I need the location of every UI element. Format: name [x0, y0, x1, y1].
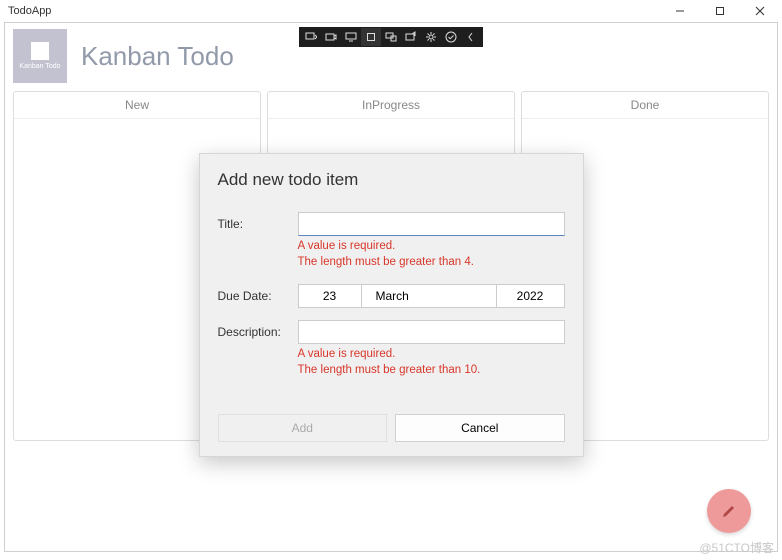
date-month[interactable]: March	[362, 284, 497, 308]
date-year[interactable]: 2022	[497, 284, 565, 308]
add-button[interactable]: Add	[218, 414, 388, 442]
titlebar: TodoApp	[0, 0, 782, 22]
error-line: The length must be greater than 10.	[298, 363, 565, 379]
dialog-title: Add new todo item	[218, 170, 565, 190]
add-todo-dialog: Add new todo item Title: A value is requ…	[199, 153, 584, 457]
title-input[interactable]	[298, 212, 565, 236]
date-day[interactable]: 23	[298, 284, 362, 308]
title-label: Title:	[218, 212, 298, 231]
window-controls	[660, 0, 780, 22]
close-button[interactable]	[740, 0, 780, 22]
window-title: TodoApp	[8, 5, 51, 17]
description-row: Description: A value is required. The le…	[218, 320, 565, 378]
cancel-button[interactable]: Cancel	[395, 414, 565, 442]
app-frame: Kanban Todo Kanban Todo New InProgress D…	[4, 22, 778, 552]
duedate-row: Due Date: 23 March 2022	[218, 284, 565, 308]
modal-overlay: Add new todo item Title: A value is requ…	[5, 23, 777, 551]
minimize-button[interactable]	[660, 0, 700, 22]
dialog-buttons: Add Cancel	[218, 414, 565, 442]
description-error: A value is required. The length must be …	[298, 347, 565, 378]
title-error: A value is required. The length must be …	[298, 239, 565, 270]
duedate-label: Due Date:	[218, 284, 298, 303]
watermark: @51CTO博客	[699, 539, 774, 556]
description-label: Description:	[218, 320, 298, 339]
maximize-button[interactable]	[700, 0, 740, 22]
title-row: Title: A value is required. The length m…	[218, 212, 565, 270]
error-line: A value is required.	[298, 239, 565, 255]
description-input[interactable]	[298, 320, 565, 344]
error-line: The length must be greater than 4.	[298, 255, 565, 271]
error-line: A value is required.	[298, 347, 565, 363]
date-picker[interactable]: 23 March 2022	[298, 284, 565, 308]
